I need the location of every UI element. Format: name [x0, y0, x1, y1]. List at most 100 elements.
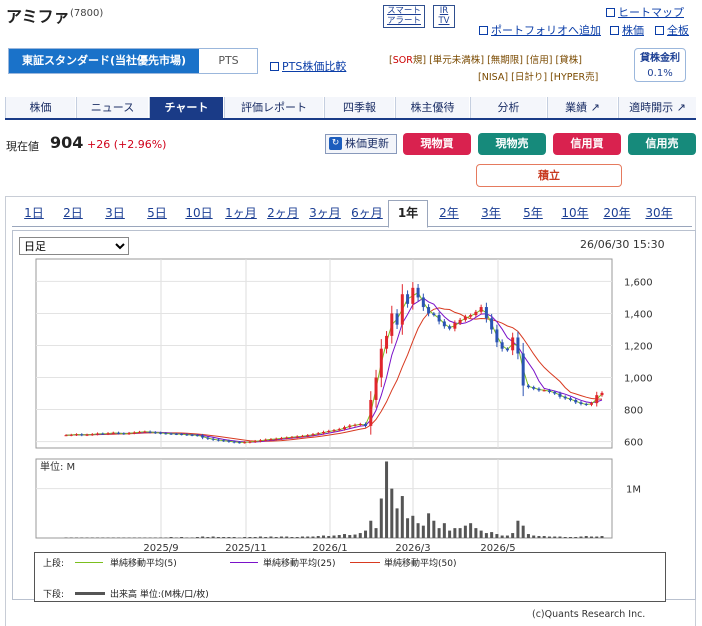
candle-body [364, 423, 368, 426]
y-tick-label: 1,200 [624, 341, 653, 352]
candle-body [427, 307, 431, 314]
candle-body [227, 440, 231, 442]
smart-alert-button[interactable]: スマート アラート [383, 5, 425, 28]
candle-body [505, 348, 509, 351]
zenban-icon [655, 26, 664, 35]
tag-hyper: [HYPER売] [550, 72, 599, 83]
volume-bar [327, 536, 331, 538]
candle-body [195, 435, 199, 437]
period-tab-8[interactable]: 6ヶ月 [346, 201, 388, 226]
volume-bar [558, 536, 562, 538]
candle-body [537, 388, 541, 391]
zenban-label: 全板 [667, 24, 689, 37]
period-tab-2[interactable]: 3日 [94, 201, 136, 226]
volume-bar [553, 536, 557, 538]
heatmap-link[interactable]: ヒートマップ [606, 4, 684, 20]
volume-bar [300, 536, 304, 538]
zenban-link[interactable]: 全板 [655, 22, 689, 38]
margin-buy-button[interactable]: 信用買 [553, 133, 621, 155]
candle-body [101, 433, 105, 435]
stock-code: (7800) [70, 8, 104, 19]
nav-tab-tekiji[interactable]: 適時開示 ↗ [618, 97, 696, 118]
legend-ma50-label: 単純移動平均(50) [384, 559, 457, 569]
candle-body [75, 434, 79, 436]
candle-body [332, 430, 336, 432]
candle-body [232, 441, 236, 443]
heatmap-icon [606, 8, 615, 17]
candle-body [143, 431, 147, 433]
period-tab-15[interactable]: 30年 [638, 201, 680, 226]
period-tab-1[interactable]: 2日 [52, 201, 94, 226]
period-tab-0[interactable]: 1日 [16, 201, 52, 226]
candle-body [201, 435, 205, 438]
period-tab-14[interactable]: 20年 [596, 201, 638, 226]
nav-tab-tekiji-label: 適時開示 [629, 101, 674, 114]
lending-rate-badge[interactable]: 貸株金利 0.1% [634, 48, 686, 82]
candle-body [495, 329, 499, 343]
volume-bar [295, 537, 299, 538]
candle-body [90, 434, 94, 436]
candle-body [96, 433, 100, 435]
refresh-price-button[interactable]: ↻ 株価更新 [325, 134, 397, 154]
price-change: +26 (+2.96%) [87, 138, 167, 151]
nav-tab-bunseki[interactable]: 分析 [470, 97, 546, 118]
pts-compare-icon [270, 62, 279, 71]
nav-tab-kabuka[interactable]: 株価 [5, 97, 75, 118]
period-tab-3[interactable]: 5日 [136, 201, 178, 226]
ir-tv-button[interactable]: IR TV [433, 5, 455, 28]
period-tab-7[interactable]: 3ヶ月 [304, 201, 346, 226]
volume-bar [311, 536, 315, 538]
margin-sell-button[interactable]: 信用売 [628, 133, 696, 155]
candle-body [416, 287, 420, 298]
period-tab-12[interactable]: 5年 [512, 201, 554, 226]
price-value: 904 [50, 133, 84, 152]
portfolio-link[interactable]: ポートフォリオへ追加 [479, 22, 601, 38]
volume-bar [484, 533, 488, 538]
candle-body [469, 315, 473, 317]
volume-bar [453, 528, 457, 538]
period-tab-6[interactable]: 2ヶ月 [262, 201, 304, 226]
candle-body [274, 438, 278, 440]
volume-bar [479, 530, 483, 538]
volume-bar [511, 533, 515, 538]
period-tab-5[interactable]: 1ヶ月 [220, 201, 262, 226]
kabuka-link[interactable]: 株価 [610, 22, 644, 38]
pts-compare-link[interactable]: PTS株価比較 [270, 58, 346, 74]
nav-tab-chart[interactable]: チャート [149, 97, 223, 118]
volume-bar [274, 537, 278, 538]
y-tick-label: 1,000 [624, 374, 653, 385]
legend-lower-label: 下段: [43, 590, 65, 600]
candle-body [553, 391, 557, 394]
nav-tab-report[interactable]: 評価レポート [224, 97, 323, 118]
market-tab-pts[interactable]: PTS [200, 49, 257, 73]
market-tab-tse[interactable]: 東証スタンダード(当社優先市場) [9, 49, 199, 73]
candle-body [437, 315, 441, 322]
volume-bar [232, 537, 236, 538]
candle-body [442, 321, 446, 327]
period-tab-4[interactable]: 10日 [178, 201, 220, 226]
candle-body [300, 435, 304, 437]
volume-bar [521, 525, 525, 538]
candle-body [169, 433, 173, 435]
legend-ma25-swatch [230, 562, 258, 563]
nav-tab-shikiho[interactable]: 四季報 [324, 97, 394, 118]
volume-bar [589, 536, 593, 538]
period-tab-9[interactable]: 1年 [388, 200, 428, 228]
nav-tab-gyoseki[interactable]: 業績 ↗ [547, 97, 617, 118]
interval-select[interactable]: 日足 [19, 237, 129, 255]
candle-body [248, 441, 252, 443]
volume-bar [379, 498, 383, 538]
spot-buy-button[interactable]: 現物買 [403, 133, 471, 155]
nav-tab-news[interactable]: ニュース [76, 97, 148, 118]
spot-sell-button[interactable]: 現物売 [478, 133, 546, 155]
period-tab-13[interactable]: 10年 [554, 201, 596, 226]
volume-bar [416, 523, 420, 538]
volume-bar [437, 528, 441, 538]
tags-row-1: [SOR規] [単元未満株] [無期限] [信用] [貸株] [389, 52, 582, 66]
tag-mukigen: [無期限] [487, 55, 524, 66]
period-tab-10[interactable]: 2年 [428, 201, 470, 226]
period-tab-11[interactable]: 3年 [470, 201, 512, 226]
tsumitate-button[interactable]: 積立 [476, 164, 622, 187]
volume-bar [469, 523, 473, 538]
nav-tab-yutai[interactable]: 株主優待 [395, 97, 469, 118]
